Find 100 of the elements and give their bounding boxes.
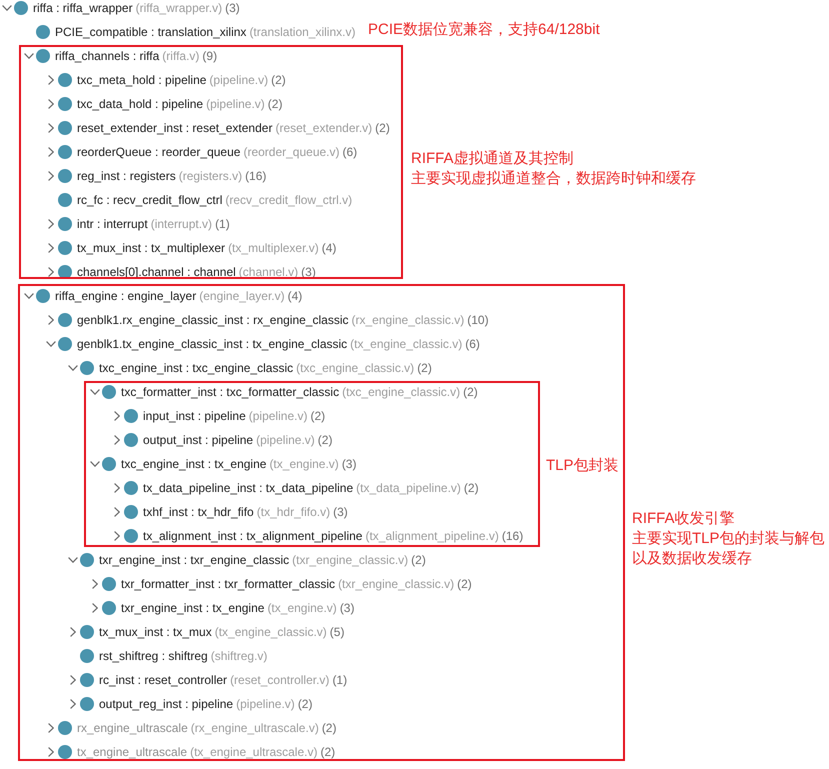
source-file-name: (riffa_wrapper.v) (136, 0, 222, 17)
child-count: (2) (298, 696, 312, 713)
chevron-right-icon[interactable] (70, 675, 76, 685)
module-dot-icon (58, 721, 72, 735)
instance-name[interactable]: genblk1.tx_engine_classic_inst : tx_engine_classic (77, 332, 348, 356)
source-file-name: (reorder_queue.v) (243, 144, 340, 161)
module-dot-icon (80, 625, 94, 639)
instance-name[interactable]: reset_extender_inst : reset_extender (77, 116, 272, 140)
instance-name[interactable]: txc_data_hold : pipeline (77, 92, 204, 116)
source-file-name: (tx_alignment_pipeline.v) (365, 528, 499, 545)
source-file-name: (tx_engine.v) (267, 600, 337, 617)
module-dot-icon (58, 121, 72, 135)
instance-name[interactable]: output_inst : pipeline (143, 428, 254, 452)
chevron-right-icon[interactable] (48, 267, 54, 277)
chevron-down-icon[interactable] (90, 389, 100, 395)
source-file-name: (txc_engine_classic.v) (296, 360, 414, 377)
module-dot-icon (14, 1, 28, 15)
source-file-name: (tx_engine_classic.v) (214, 624, 327, 641)
instance-name[interactable]: txc_engine_inst : tx_engine (121, 452, 266, 476)
source-file-name: (riffa.v) (162, 48, 200, 65)
module-dot-icon (80, 697, 94, 711)
chevron-down-icon[interactable] (24, 53, 34, 59)
instance-name[interactable]: riffa_engine : engine_layer (55, 284, 196, 308)
instance-name[interactable]: txhf_inst : tx_hdr_fifo (143, 500, 254, 524)
instance-name[interactable]: txr_engine_inst : txr_engine_classic (99, 548, 290, 572)
module-dot-icon (102, 601, 116, 615)
module-dot-icon (58, 73, 72, 87)
chevron-right-icon[interactable] (70, 627, 76, 637)
chevron-right-icon[interactable] (48, 75, 54, 85)
chevron-right-icon[interactable] (114, 507, 120, 517)
instance-name[interactable]: reg_inst : registers (77, 164, 176, 188)
child-count: (3) (342, 456, 356, 473)
instance-name[interactable]: rc_inst : reset_controller (99, 668, 228, 692)
chevron-right-icon[interactable] (48, 99, 54, 109)
instance-name[interactable]: reorderQueue : reorder_queue (77, 140, 240, 164)
instance-name[interactable]: rst_shiftreg : shiftreg (99, 644, 208, 668)
chevron-right-icon[interactable] (114, 435, 120, 445)
source-file-name: (txr_engine_classic.v) (338, 576, 454, 593)
child-count: (6) (465, 336, 480, 353)
child-count: (1) (332, 672, 348, 689)
source-file-name: (interrupt.v) (150, 216, 212, 233)
instance-name[interactable]: txr_formatter_inst : txr_formatter_classic (121, 572, 336, 596)
chevron-right-icon[interactable] (114, 483, 120, 493)
source-file-name: (rx_engine_classic.v) (352, 312, 464, 329)
instance-name[interactable]: rc_fc : recv_credit_flow_ctrl (77, 188, 222, 212)
instance-name[interactable]: output_reg_inst : pipeline (99, 692, 234, 716)
chevron-down-icon[interactable] (2, 5, 12, 11)
chevron-right-icon[interactable] (114, 411, 120, 421)
source-file-name: (tx_multiplexer.v) (228, 240, 319, 257)
instance-name[interactable]: tx_mux_inst : tx_mux (99, 620, 212, 644)
instance-name[interactable]: PCIE_compatible : translation_xilinx (55, 20, 246, 44)
child-count: (2) (417, 360, 432, 377)
chevron-right-icon[interactable] (48, 123, 54, 133)
instance-name[interactable]: tx_data_pipeline_inst : tx_data_pipeline (143, 476, 354, 500)
chevron-right-icon[interactable] (48, 747, 54, 757)
child-count: (2) (464, 480, 479, 497)
instance-name[interactable]: txr_engine_inst : tx_engine (121, 596, 264, 620)
chevron-down-icon[interactable] (24, 293, 34, 299)
module-dot-icon (58, 265, 72, 279)
instance-name[interactable]: tx_alignment_inst : tx_alignment_pipeline (143, 524, 362, 548)
chevron-right-icon[interactable] (114, 531, 120, 541)
module-dot-icon (58, 337, 72, 351)
instance-name[interactable]: txc_meta_hold : pipeline (77, 68, 206, 92)
module-dot-icon (36, 25, 50, 39)
source-file-name: (shiftreg.v) (210, 648, 268, 665)
child-count: (2) (463, 384, 478, 401)
source-file-name: (pipeline.v) (209, 72, 268, 89)
chevron-right-icon[interactable] (92, 579, 98, 589)
child-count: (2) (268, 96, 282, 113)
instance-name[interactable]: genblk1.rx_engine_classic_inst : rx_engine_classic (77, 308, 348, 332)
instance-name[interactable]: input_inst : pipeline (143, 404, 246, 428)
chevron-down-icon[interactable] (68, 557, 78, 563)
instance-name[interactable]: riffa : riffa_wrapper (33, 0, 133, 20)
chevron-right-icon[interactable] (48, 171, 54, 181)
chevron-right-icon[interactable] (92, 603, 98, 613)
module-dot-icon (58, 145, 72, 159)
instance-name[interactable]: txc_formatter_inst : txc_formatter_classic (121, 380, 340, 404)
chevron-right-icon[interactable] (48, 147, 54, 157)
instance-name[interactable]: intr : interrupt (77, 212, 148, 236)
module-dot-icon (58, 313, 72, 327)
chevron-right-icon[interactable] (48, 315, 54, 325)
module-dot-icon (102, 577, 116, 591)
chevron-down-icon[interactable] (90, 461, 100, 467)
instance-name[interactable]: channels[0].channel : channel (77, 260, 236, 284)
source-file-name: (tx_engine_classic.v) (350, 336, 462, 353)
chevron-right-icon[interactable] (48, 243, 54, 253)
child-count: (10) (467, 312, 489, 329)
child-count: (5) (330, 624, 344, 641)
instance-name[interactable]: txc_engine_inst : txc_engine_classic (99, 356, 294, 380)
chevron-right-icon[interactable] (48, 219, 54, 229)
chevron-right-icon[interactable] (70, 699, 76, 709)
chevron-down-icon[interactable] (68, 365, 78, 371)
module-dot-icon (80, 361, 94, 375)
instance-name[interactable]: riffa_channels : riffa (55, 44, 160, 68)
instance-name[interactable]: tx_mux_inst : tx_multiplexer (77, 236, 226, 260)
chevron-down-icon[interactable] (46, 341, 56, 347)
chevron-right-icon[interactable] (48, 723, 54, 733)
source-file-name: (tx_hdr_fifo.v) (256, 504, 330, 521)
source-file-name: (registers.v) (178, 168, 242, 185)
source-file-name: (reset_controller.v) (230, 672, 330, 689)
